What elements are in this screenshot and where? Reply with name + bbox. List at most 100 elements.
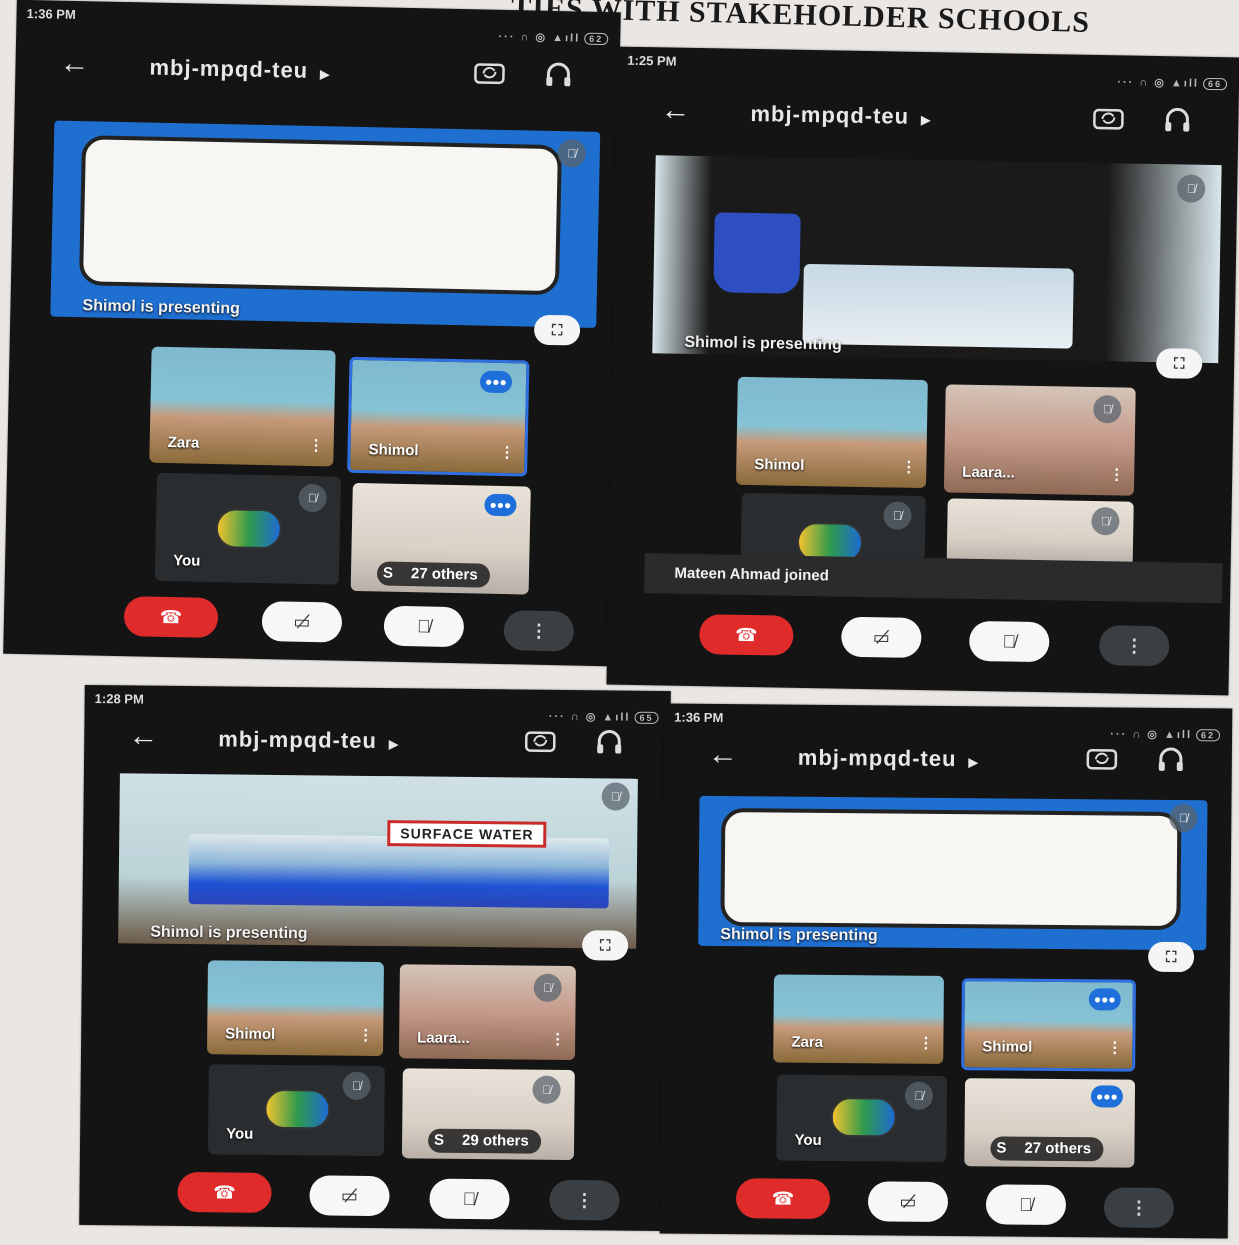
participant-tile[interactable]: Zara ⋮ — [149, 346, 336, 467]
participant-tile[interactable]: Zara ⋮ — [773, 974, 944, 1064]
camera-flip-icon[interactable] — [471, 57, 508, 88]
presentation-view[interactable]: 🎙̸ Shimol is presenting — [652, 155, 1222, 364]
meet-screenshot-1: 1:36 PM ··· ∩ ◎ ▲ıll 62 ← mbj-mpqd-teu ▶ 🎙… — [3, 0, 621, 667]
meeting-code[interactable]: mbj-mpqd-teu ▶ — [750, 101, 931, 130]
end-call-button[interactable]: ☎ — [699, 614, 794, 656]
more-options-button[interactable]: ⋮ — [549, 1179, 620, 1221]
slide-frame — [78, 135, 562, 296]
demo-pebble-box — [802, 263, 1074, 349]
headphones-icon[interactable] — [1156, 744, 1186, 774]
participant-name: You — [173, 552, 201, 570]
participant-tile[interactable]: 🎙̸ — [946, 498, 1134, 566]
presenting-label: Shimol is presenting — [150, 923, 308, 943]
mic-off-button[interactable]: 🎙̸ — [968, 620, 1050, 663]
meeting-code[interactable]: mbj-mpqd-teu ▶ — [798, 745, 979, 773]
end-call-button[interactable]: ☎ — [123, 596, 219, 639]
back-arrow-icon[interactable]: ← — [128, 719, 158, 752]
more-options-button[interactable]: ⋮ — [1098, 625, 1170, 667]
more-options-button[interactable]: ⋮ — [1103, 1187, 1175, 1228]
mic-off-button[interactable]: 🎙̸ — [985, 1184, 1067, 1226]
mic-muted-icon: 🎙̸ — [532, 1075, 561, 1104]
end-call-button[interactable]: ☎ — [735, 1178, 831, 1219]
mic-muted-icon: 🎙̸ — [342, 1071, 371, 1100]
end-call-button[interactable]: ☎ — [177, 1171, 272, 1213]
self-tile[interactable]: 🎙̸ You — [154, 472, 341, 585]
presentation-view[interactable]: 🎙̸ Shimol is presenting — [50, 120, 601, 328]
headphones-icon[interactable] — [1162, 104, 1193, 135]
tile-menu-icon[interactable]: ⋮ — [499, 443, 514, 461]
mic-muted-icon: 🎙̸ — [298, 483, 327, 513]
participant-tile[interactable]: 🎙̸ Laara... ⋮ — [943, 384, 1136, 496]
mic-muted-icon: 🎙̸ — [904, 1081, 934, 1110]
headphones-icon[interactable] — [543, 59, 574, 90]
camera-off-button[interactable]: ▭̸ — [261, 601, 343, 643]
mic-muted-icon: 🎙̸ — [1176, 174, 1206, 203]
camera-flip-icon[interactable] — [522, 726, 558, 756]
meet-screenshot-2: 1:25 PM ··· ∩ ◎ ▲ıll 66 ← mbj-mpqd-teu ▶ 🎙… — [606, 46, 1239, 696]
camera-off-button[interactable]: ▭̸ — [841, 616, 922, 659]
tile-menu-icon[interactable]: ⋮ — [918, 1034, 933, 1052]
tile-menu-icon[interactable]: ⋮ — [308, 436, 323, 454]
status-bar: 1:36 PM ··· ∩ ◎ ▲ıll 62 — [16, 5, 620, 46]
camera-off-button[interactable]: ▭̸ — [309, 1175, 390, 1217]
self-tile[interactable]: 🎙̸ You — [207, 1064, 385, 1157]
self-tile[interactable]: 🎙̸ You — [776, 1074, 948, 1163]
fullscreen-icon[interactable]: ⛶ — [581, 930, 629, 961]
participant-name: You — [226, 1125, 254, 1143]
status-icons: ··· ∩ ◎ ▲ıll 62 — [498, 30, 609, 46]
presentation-view[interactable]: SURFACE WATER 🎙̸ Shimol is presenting — [118, 773, 638, 949]
participant-name: Shimol — [754, 456, 805, 474]
app-bar: ← mbj-mpqd-teu ▶ — [616, 89, 1239, 150]
tile-menu-icon[interactable]: ⋮ — [1107, 1038, 1122, 1056]
avatar — [830, 1097, 897, 1138]
tile-menu-icon[interactable]: ⋮ — [358, 1026, 373, 1044]
speaking-indicator-icon: ●●● — [479, 370, 513, 394]
fullscreen-icon[interactable]: ⛶ — [1148, 941, 1195, 973]
mic-muted-icon: 🎙̸ — [557, 139, 587, 168]
slide-label: SURFACE WATER — [387, 820, 547, 848]
join-notification: Mateen Ahmad joined — [644, 553, 1223, 604]
speaking-indicator-icon: ●●● — [1088, 988, 1121, 1011]
back-arrow-icon[interactable]: ← — [708, 738, 738, 771]
participant-name: Shimol — [368, 441, 419, 460]
participant-tile[interactable]: 🎙̸ Laara... ⋮ — [398, 964, 576, 1061]
mic-off-button[interactable]: 🎙̸ — [429, 1178, 510, 1220]
mic-muted-icon: 🎙̸ — [533, 973, 562, 1002]
self-tile[interactable]: 🎙̸ — [740, 492, 926, 563]
meeting-code[interactable]: mbj-mpqd-teu ▶ — [149, 55, 330, 85]
tile-menu-icon[interactable]: ⋮ — [550, 1030, 565, 1048]
others-tile[interactable]: 🎙̸ S 29 others — [401, 1068, 575, 1161]
participant-tile[interactable]: Shimol ⋮ — [206, 960, 384, 1057]
meet-screenshot-4: 1:36 PM ··· ∩ ◎ ▲ıll 62 ← mbj-mpqd-teu ▶ 🎙… — [659, 703, 1233, 1239]
tile-menu-icon[interactable]: ⋮ — [1109, 465, 1124, 483]
tile-menu-icon[interactable]: ⋮ — [901, 458, 916, 476]
status-time: 1:36 PM — [26, 5, 76, 22]
mic-off-button[interactable]: 🎙̸ — [383, 605, 465, 648]
mic-muted-icon: 🎙̸ — [883, 501, 912, 530]
participant-name: Laara... — [417, 1029, 470, 1047]
presentation-view[interactable]: 🎙̸ Shimol is presenting — [698, 795, 1208, 951]
others-count: S 29 others — [427, 1128, 541, 1154]
participant-tile-active[interactable]: ●●● Shimol ⋮ — [961, 978, 1136, 1072]
participant-tile-active[interactable]: ●●● Shimol ⋮ — [347, 356, 530, 477]
headphones-icon[interactable] — [594, 726, 624, 756]
back-arrow-icon[interactable]: ← — [660, 93, 691, 127]
others-tile[interactable]: ●●● S 27 others — [350, 482, 531, 595]
participant-tile[interactable]: Shimol ⋮ — [735, 376, 928, 489]
camera-flip-icon[interactable] — [1084, 743, 1120, 773]
fullscreen-icon[interactable]: ⛶ — [1155, 348, 1203, 379]
others-tile[interactable]: ●●● S 27 others — [964, 1078, 1136, 1168]
app-bar: ← mbj-mpqd-teu ▶ — [664, 734, 1232, 789]
mic-muted-icon: 🎙̸ — [1093, 394, 1122, 424]
more-options-button[interactable]: ⋮ — [503, 610, 575, 652]
participant-name: Shimol — [225, 1025, 276, 1043]
participant-name: Zara — [167, 434, 200, 452]
status-bar: 1:28 PM ··· ∩ ◎ ▲ıll 65 — [85, 691, 671, 724]
others-count: S 27 others — [990, 1136, 1104, 1162]
camera-flip-icon[interactable] — [1090, 103, 1127, 134]
back-arrow-icon[interactable]: ← — [59, 47, 90, 81]
camera-off-button[interactable]: ▭̸ — [867, 1181, 949, 1223]
demo-cup — [713, 212, 801, 294]
fullscreen-icon[interactable]: ⛶ — [533, 314, 581, 346]
meeting-code[interactable]: mbj-mpqd-teu ▶ — [218, 726, 399, 754]
